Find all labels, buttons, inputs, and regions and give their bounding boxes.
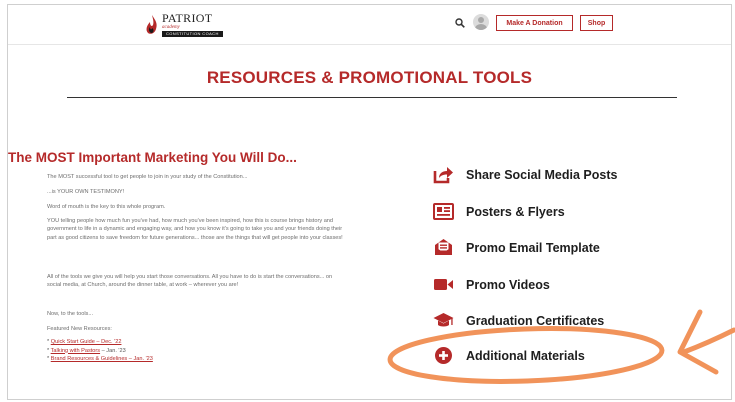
site-logo[interactable]: PATRIOT academy CONSTITUTION COACH [145,12,223,37]
flame-logo-icon [146,14,157,34]
resource-label: Additional Materials [466,348,585,363]
resource-label: Promo Videos [466,277,550,292]
resource-promo-videos[interactable]: Promo Videos [433,275,550,294]
intro-paragraph: The MOST successful tool to get people t… [47,174,248,180]
page-title: RESOURCES & PROMOTIONAL TOOLS [206,68,533,87]
featured-resources-list: * Quick Start Guide – Dec. '22 * Talking… [47,338,347,364]
poster-icon [433,203,454,220]
resource-label: Promo Email Template [466,240,600,255]
featured-resources-label: Featured New Resources: [47,326,112,332]
make-donation-button[interactable]: Make A Donation [496,15,573,31]
avatar[interactable] [473,14,489,30]
talking-with-pastors-link[interactable]: Talking with Pastors [51,348,100,354]
brand-resources-link[interactable]: Brand Resources & Guidelines – Jan. '23 [51,356,153,362]
intro-paragraph: All of the tools we give you will help y… [47,274,333,289]
intro-paragraph: ...is YOUR OWN TESTIMONY! [47,189,125,195]
intro-paragraph: YOU telling people how much fun you've h… [47,218,343,241]
resource-label: Posters & Flyers [466,204,565,219]
intro-heading: The MOST Important Marketing You Will Do… [8,150,297,165]
logo-tagline: academy [162,25,180,30]
search-icon[interactable] [455,18,465,28]
resource-posters-flyers[interactable]: Posters & Flyers [433,202,565,221]
resource-label: Graduation Certificates [466,313,605,328]
list-item: * Talking with Pastors – Jan. '23 [47,347,126,354]
title-divider [67,97,677,98]
intro-paragraph: Now, to the tools... [47,311,94,317]
logo-name: PATRIOT [162,11,213,25]
logo-subtitle: CONSTITUTION COACH [162,31,223,37]
header-divider [8,44,731,45]
list-item: * Quick Start Guide – Dec. '22 [47,339,122,345]
email-icon [435,239,452,255]
site-header: PATRIOT academy CONSTITUTION COACH Make … [8,5,731,45]
intro-paragraph: Word of mouth is the key to this whole p… [47,204,166,210]
quick-start-guide-link[interactable]: Quick Start Guide – Dec. '22 [51,339,122,345]
shop-button[interactable]: Shop [580,15,613,31]
share-icon [433,167,453,184]
resource-additional-materials[interactable]: Additional Materials [433,346,585,365]
list-item: * Brand Resources & Guidelines – Jan. '2… [47,356,153,363]
resource-share-social-media-posts[interactable]: Share Social Media Posts [433,165,617,184]
plus-circle-icon [435,347,452,364]
browser-page: PATRIOT academy CONSTITUTION COACH Make … [7,4,732,400]
video-camera-icon [434,279,453,290]
resource-label: Share Social Media Posts [466,167,618,182]
resource-graduation-certificates[interactable]: Graduation Certificates [433,311,604,330]
graduation-cap-icon [433,313,454,327]
resource-promo-email-template[interactable]: Promo Email Template [433,238,600,257]
